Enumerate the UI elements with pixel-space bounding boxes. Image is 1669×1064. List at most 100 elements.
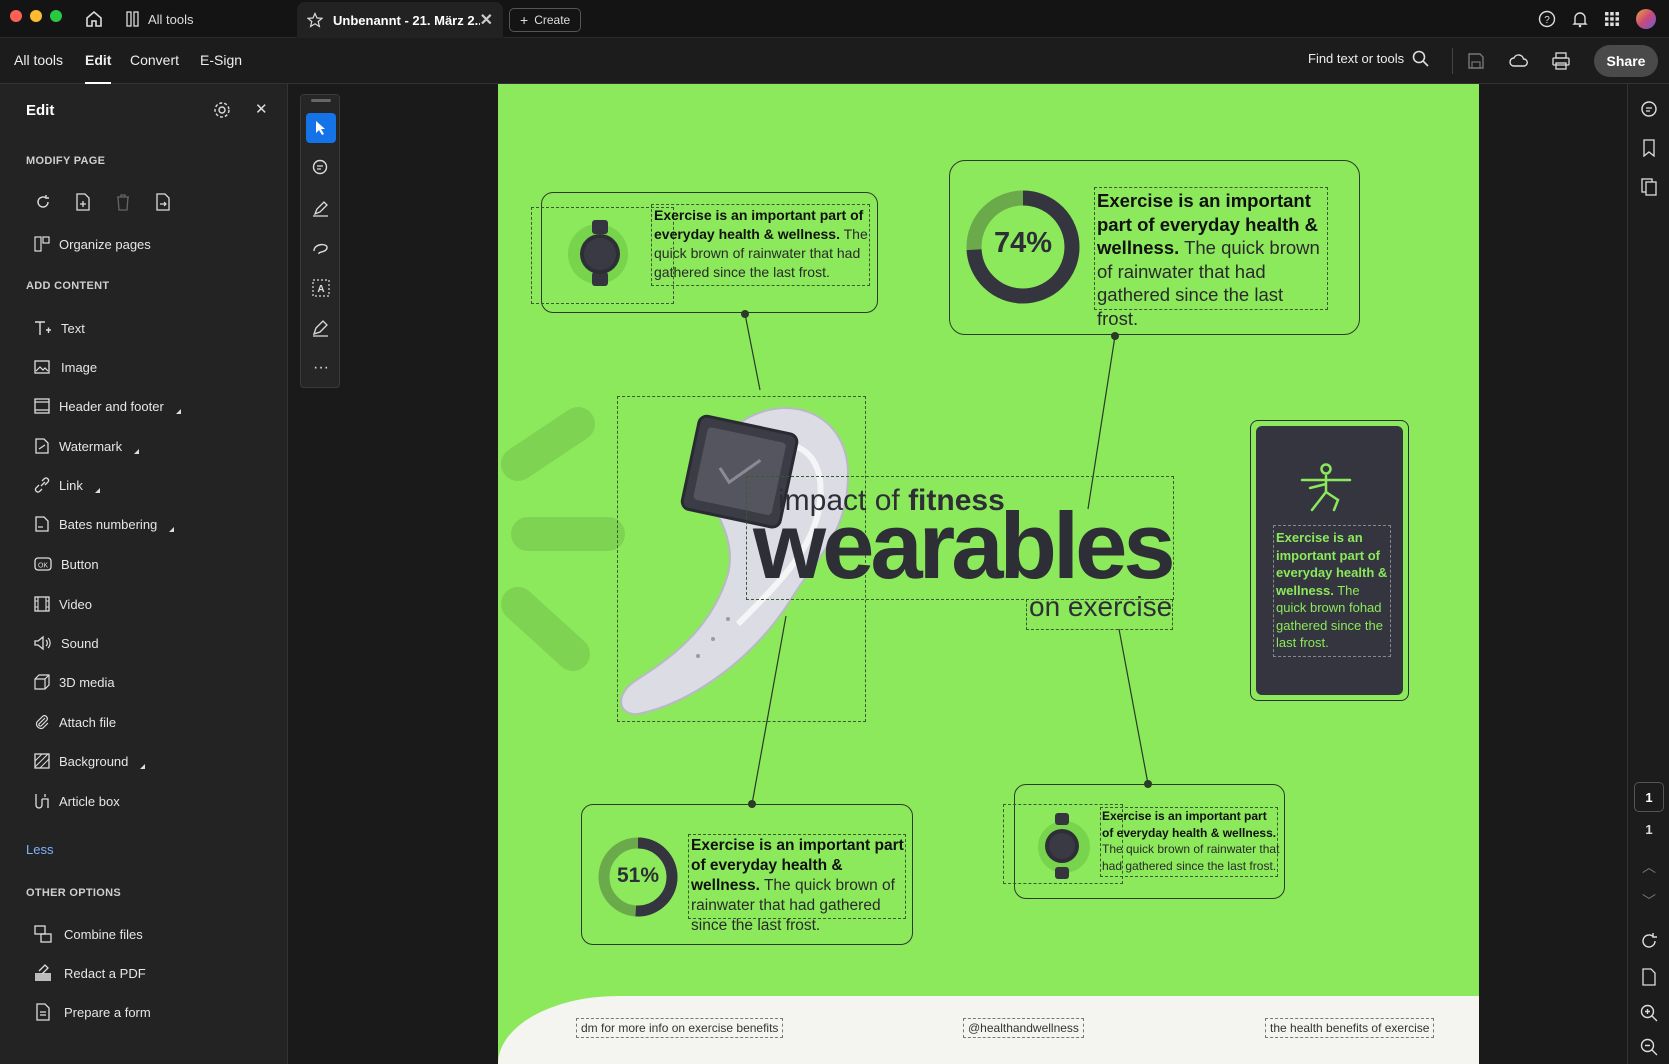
text-select-tool-icon[interactable]: A: [306, 273, 336, 303]
menu-edit[interactable]: Edit: [85, 38, 112, 84]
svg-text:OK: OK: [38, 563, 48, 570]
delete-icon[interactable]: [114, 193, 132, 211]
insert-page-icon[interactable]: [74, 193, 92, 211]
cloud-sync-icon[interactable]: [1508, 50, 1530, 72]
card-bold-text: Exercise is an important part of everyda…: [1102, 809, 1277, 840]
help-icon[interactable]: ?: [1538, 0, 1556, 38]
close-tab-icon[interactable]: ✕: [480, 10, 493, 30]
article-icon: [35, 794, 49, 809]
pdf-page[interactable]: Exercise is an important part of everyda…: [498, 84, 1479, 1064]
menu-esign[interactable]: E-Sign: [200, 38, 242, 84]
svg-text:A: A: [317, 284, 324, 295]
find-text-tools[interactable]: Find text or tools: [1308, 50, 1429, 67]
select-tool-icon[interactable]: [306, 113, 336, 143]
attach-icon: [35, 715, 49, 730]
sidebar-item-background[interactable]: Background: [34, 749, 146, 773]
print-icon[interactable]: [1550, 50, 1572, 72]
avatar[interactable]: [1636, 0, 1656, 38]
sidebar-item-label: Sound: [61, 635, 99, 651]
highlight-tool-icon[interactable]: [306, 193, 336, 223]
sidebar-item-label: Background: [59, 753, 129, 769]
submenu-caret-icon: [140, 763, 146, 769]
create-button[interactable]: + Create: [509, 8, 582, 32]
3d-icon: [34, 674, 50, 690]
sidebar-item-article-box[interactable]: Article box: [34, 789, 120, 813]
less-link[interactable]: Less: [26, 842, 53, 857]
share-button[interactable]: Share: [1594, 45, 1658, 77]
rotate-view-icon[interactable]: [1638, 930, 1660, 952]
sidebar-item-sound[interactable]: Sound: [34, 631, 99, 655]
svg-text:?: ?: [1544, 15, 1550, 26]
other-options-heading: OTHER OPTIONS: [26, 887, 121, 899]
prepare-form-item[interactable]: Prepare a form: [34, 1000, 151, 1024]
zoom-out-icon[interactable]: [1638, 1036, 1660, 1058]
form-icon: [36, 1003, 50, 1021]
sidebar-item-button[interactable]: OK Button: [34, 552, 99, 576]
all-tools-tab[interactable]: All tools: [126, 0, 194, 38]
organize-pages-icon: [34, 236, 50, 252]
sidebar-item-watermark[interactable]: Watermark: [34, 434, 140, 458]
apps-grid-icon[interactable]: [1604, 0, 1620, 38]
combine-files-item[interactable]: Combine files: [34, 922, 143, 946]
footer-right-text: the health benefits of exercise: [1265, 1018, 1435, 1038]
dark-card-text: Exercise is an important part of everyda…: [1276, 529, 1392, 652]
search-icon: [1412, 50, 1429, 67]
title-bar: All tools Unbenannt - 21. März 2... ✕ + …: [0, 0, 1669, 38]
maximize-window-button[interactable]: [50, 10, 62, 22]
close-panel-icon[interactable]: ✕: [255, 100, 268, 118]
sidebar-item-image[interactable]: Image: [34, 355, 97, 379]
find-label: Find text or tools: [1308, 51, 1405, 66]
minimize-window-button[interactable]: [30, 10, 42, 22]
page-down-icon[interactable]: ﹀: [1638, 890, 1660, 912]
comments-panel-icon[interactable]: [1638, 98, 1660, 120]
sidebar-item-bates[interactable]: Bates numbering: [34, 512, 175, 536]
current-page-number[interactable]: 1: [1634, 782, 1664, 812]
title-main: wearables: [753, 493, 1176, 598]
card-text-bottom-right: Exercise is an important part of everyda…: [1102, 808, 1280, 874]
comment-tool-icon[interactable]: [306, 153, 336, 183]
settings-gear-icon[interactable]: [213, 101, 231, 124]
page-fit-icon[interactable]: [1638, 966, 1660, 988]
extract-page-icon[interactable]: [154, 193, 172, 211]
redact-pdf-label: Redact a PDF: [64, 965, 146, 981]
menu-convert[interactable]: Convert: [130, 38, 179, 84]
link-icon: [34, 477, 50, 493]
save-icon[interactable]: [1465, 50, 1487, 72]
sidebar-item-label: 3D media: [59, 674, 115, 690]
card-body-text: The quick brown of rainwater that had ga…: [1102, 842, 1280, 873]
submenu-caret-icon: [94, 487, 100, 493]
sidebar-item-link[interactable]: Link: [34, 473, 100, 497]
document-tab[interactable]: Unbenannt - 21. März 2... ✕: [297, 2, 503, 38]
smartwatch-image: [568, 220, 628, 286]
text-icon: [35, 321, 51, 335]
organize-pages-item[interactable]: Organize pages: [34, 232, 151, 256]
more-tools-icon[interactable]: ···: [306, 353, 336, 383]
sidebar-item-header-footer[interactable]: Header and footer: [34, 394, 181, 418]
zoom-in-icon[interactable]: [1638, 1002, 1660, 1024]
sidebar-item-text[interactable]: Text: [34, 316, 85, 340]
home-icon[interactable]: [84, 0, 104, 38]
page-up-icon[interactable]: ︿: [1638, 856, 1660, 878]
bates-icon: [35, 516, 49, 532]
bell-icon[interactable]: [1571, 0, 1589, 38]
sidebar-item-attach-file[interactable]: Attach file: [34, 710, 116, 734]
sidebar-item-label: Watermark: [59, 438, 123, 454]
percent-51-label: 51%: [616, 864, 660, 887]
watermark-icon: [35, 438, 49, 454]
sidebar-item-label: Link: [59, 477, 83, 493]
close-window-button[interactable]: [10, 10, 22, 22]
rotate-icon[interactable]: [34, 193, 52, 211]
redact-pdf-item[interactable]: Redact a PDF: [34, 961, 146, 985]
sidebar-item-3d-media[interactable]: 3D media: [34, 670, 115, 694]
panel-title: Edit: [26, 102, 55, 119]
combine-files-label: Combine files: [64, 926, 143, 942]
page-thumbnails-icon[interactable]: [1638, 176, 1660, 198]
sidebar-item-label: Button: [61, 556, 99, 572]
star-icon[interactable]: [307, 12, 323, 28]
sidebar-item-video[interactable]: Video: [34, 592, 92, 616]
menu-all-tools[interactable]: All tools: [14, 38, 63, 84]
draw-tool-icon[interactable]: [306, 233, 336, 263]
sign-tool-icon[interactable]: [306, 313, 336, 343]
bookmarks-icon[interactable]: [1638, 137, 1660, 159]
submenu-caret-icon: [134, 448, 140, 454]
